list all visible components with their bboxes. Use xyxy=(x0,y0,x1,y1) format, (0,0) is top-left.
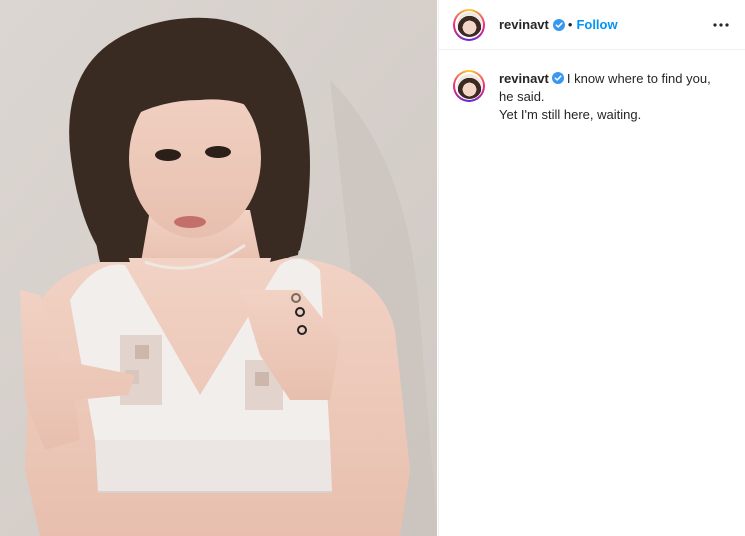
caption-text: revinavt I know where to find you, he sai… xyxy=(499,70,711,124)
post-caption: revinavt I know where to find you, he sai… xyxy=(439,50,745,124)
avatar-ring xyxy=(455,10,483,39)
post-photo[interactable] xyxy=(0,0,438,536)
avatar-image xyxy=(456,12,482,37)
post-header: revinavt • Follow xyxy=(439,0,745,50)
header-avatar[interactable] xyxy=(453,8,485,41)
caption-avatar[interactable] xyxy=(453,70,485,102)
more-options-button[interactable] xyxy=(709,13,733,37)
verified-badge-icon xyxy=(552,18,565,31)
avatar-ring xyxy=(455,72,483,100)
post-photo-illustration xyxy=(0,0,438,536)
caption-line-2: he said. xyxy=(499,89,545,104)
caption-line-1: I know where to find you, xyxy=(566,71,711,86)
verified-badge-icon xyxy=(551,72,564,84)
header-separator: • xyxy=(567,17,573,32)
caption-line-3: Yet I'm still here, waiting. xyxy=(499,107,642,122)
more-options-icon xyxy=(713,22,729,27)
follow-button[interactable]: Follow xyxy=(576,17,617,32)
instagram-post: revinavt • Follow revinavt I know where … xyxy=(0,0,745,536)
header-username[interactable]: revinavt xyxy=(499,17,549,32)
caption-username[interactable]: revinavt xyxy=(499,71,549,86)
avatar-image xyxy=(456,73,482,99)
post-side-panel: revinavt • Follow revinavt I know where … xyxy=(438,0,745,536)
